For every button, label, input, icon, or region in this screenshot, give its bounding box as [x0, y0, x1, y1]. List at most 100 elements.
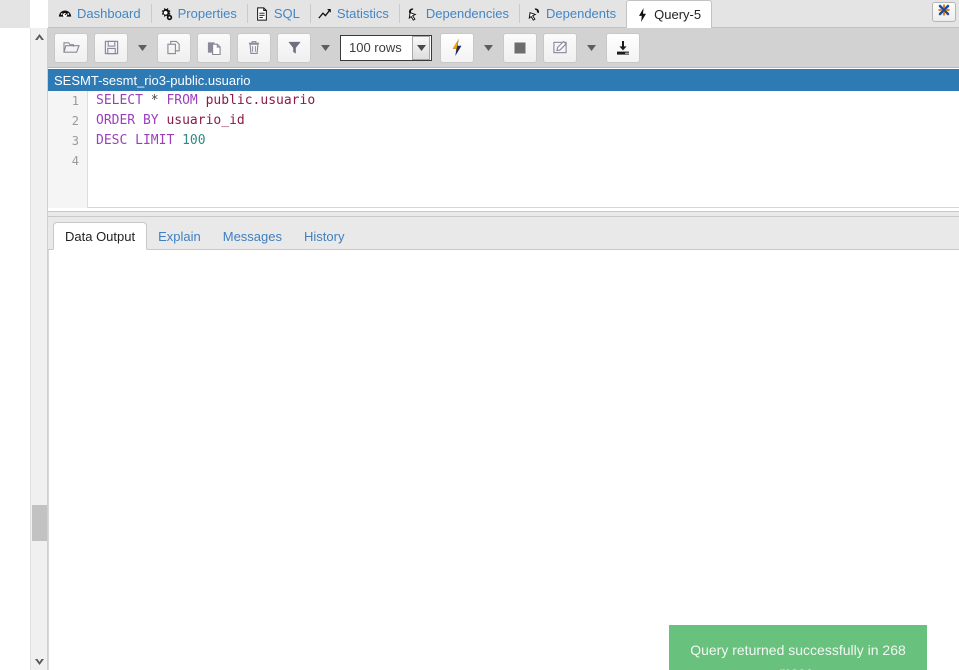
sql-code-line: DESC LIMIT 100: [96, 131, 959, 151]
sql-token: BY: [142, 113, 159, 128]
properties-icon: [159, 7, 173, 21]
sql-token: SELECT: [96, 93, 143, 108]
tab-messages[interactable]: Messages: [212, 223, 293, 249]
chevron-down-icon: [587, 44, 596, 51]
open-folder-icon: [62, 40, 80, 55]
statistics-icon: [318, 7, 332, 21]
line-number: 3: [71, 134, 79, 148]
tab-dependents[interactable]: Dependents: [519, 0, 626, 27]
tab-dependencies[interactable]: Dependencies: [398, 0, 519, 27]
row-limit-select[interactable]: 100 rows: [340, 34, 432, 61]
query-status-toast: Query returned successfully in 268 msec.: [669, 625, 927, 670]
tab-properties[interactable]: Properties: [150, 0, 247, 27]
results-tab-label: Explain: [158, 228, 201, 244]
sql-token: *: [150, 93, 159, 108]
sql-code-line: SELECT * FROM public.usuario: [96, 91, 959, 111]
line-number: 4: [71, 154, 79, 168]
delete-button[interactable]: [237, 32, 271, 63]
row-limit-dropdown-arrow[interactable]: [412, 35, 430, 60]
sql-token: FROM: [166, 93, 198, 108]
results-panel: Data Output Explain Messages History Que…: [48, 217, 959, 670]
chevron-down-icon: [138, 44, 147, 51]
tab-label: SQL: [273, 6, 300, 21]
vertical-scrollbar[interactable]: [30, 28, 48, 670]
execute-query-button[interactable]: [440, 32, 474, 63]
filter-funnel-icon: [287, 40, 302, 55]
tab-explain[interactable]: Explain: [147, 223, 212, 249]
filter-button[interactable]: [277, 32, 311, 63]
tab-statistics[interactable]: Statistics: [309, 0, 399, 27]
tab-data-output[interactable]: Data Output: [53, 222, 148, 250]
data-output-grid[interactable]: Query returned successfully in 268 msec.: [48, 250, 959, 670]
sql-editor: SESMT-sesmt_rio3-public.usuario 1 2 3 4 …: [48, 69, 959, 211]
scrollbar-up-arrow-icon[interactable]: [31, 28, 48, 45]
sql-token: LIMIT: [135, 133, 175, 148]
editor-body[interactable]: 1 2 3 4 SELECT * FROM public.usuario ORDE…: [48, 91, 959, 208]
sql-document-icon: [255, 6, 269, 21]
row-limit-value: 100 rows: [349, 40, 402, 55]
editor-connection-title: SESMT-sesmt_rio3-public.usuario: [48, 69, 959, 91]
sql-token: ORDER: [96, 113, 136, 128]
tab-query-5[interactable]: Query-5: [626, 0, 713, 28]
close-window-button[interactable]: [932, 2, 956, 22]
tab-label: Query-5: [654, 7, 702, 22]
filter-options-caret[interactable]: [317, 33, 334, 63]
sql-token: public.usuario: [205, 93, 316, 108]
tab-label: Dashboard: [77, 6, 141, 21]
tab-label: Properties: [177, 6, 237, 21]
results-tab-label: Messages: [222, 228, 282, 244]
dashboard-icon: [58, 7, 72, 21]
lightning-icon: [635, 7, 649, 22]
sql-token: usuario_id: [166, 113, 245, 128]
paste-icon: [206, 40, 222, 55]
sql-code-text[interactable]: SELECT * FROM public.usuario ORDER BY usu…: [96, 91, 959, 208]
trash-icon: [247, 40, 261, 55]
download-csv-button[interactable]: [606, 32, 640, 63]
edit-button[interactable]: [543, 32, 577, 63]
sql-code-line: [96, 151, 959, 171]
dependents-icon: [527, 7, 541, 21]
lightning-bolt-icon: [451, 39, 463, 56]
tab-history[interactable]: History: [293, 223, 355, 249]
main-panel: Dashboard Properties SQL Statistics Depe…: [48, 0, 959, 670]
results-tab-label: Data Output: [65, 228, 136, 244]
tab-label: Dependencies: [425, 6, 510, 21]
line-number: 2: [71, 114, 79, 128]
copy-icon: [166, 40, 182, 55]
save-file-button[interactable]: [94, 32, 128, 63]
chevron-down-icon: [484, 44, 493, 51]
object-tab-bar: Dashboard Properties SQL Statistics Depe…: [48, 0, 959, 28]
tab-label: Dependents: [546, 6, 617, 21]
save-disk-icon: [104, 40, 119, 55]
query-tool-toolbar: 100 rows: [48, 28, 959, 68]
close-icon: [938, 3, 950, 21]
stop-square-icon: [513, 41, 527, 55]
execute-options-caret[interactable]: [480, 33, 497, 63]
sql-code-line: ORDER BY usuario_id: [96, 111, 959, 131]
stop-query-button[interactable]: [503, 32, 537, 63]
open-file-button[interactable]: [54, 32, 88, 63]
line-number-gutter: 1 2 3 4: [48, 91, 88, 208]
scrollbar-thumb[interactable]: [32, 505, 47, 541]
scrollbar-down-arrow-icon[interactable]: [31, 653, 48, 670]
tab-dashboard[interactable]: Dashboard: [50, 0, 151, 27]
tab-label: Statistics: [336, 6, 389, 21]
edit-pencil-icon: [552, 40, 568, 55]
results-tab-label: History: [304, 228, 345, 244]
sql-token: DESC: [96, 133, 128, 148]
dependencies-icon: [407, 7, 421, 21]
save-options-caret[interactable]: [134, 33, 151, 63]
chevron-down-icon: [321, 44, 330, 51]
results-tab-bar: Data Output Explain Messages History: [48, 217, 959, 250]
download-csv-icon: [615, 40, 631, 56]
left-page-background: [0, 28, 30, 670]
sql-token: 100: [182, 133, 206, 148]
copy-button[interactable]: [157, 32, 191, 63]
paste-button[interactable]: [197, 32, 231, 63]
tab-sql[interactable]: SQL: [246, 0, 310, 27]
edit-options-caret[interactable]: [583, 33, 600, 63]
